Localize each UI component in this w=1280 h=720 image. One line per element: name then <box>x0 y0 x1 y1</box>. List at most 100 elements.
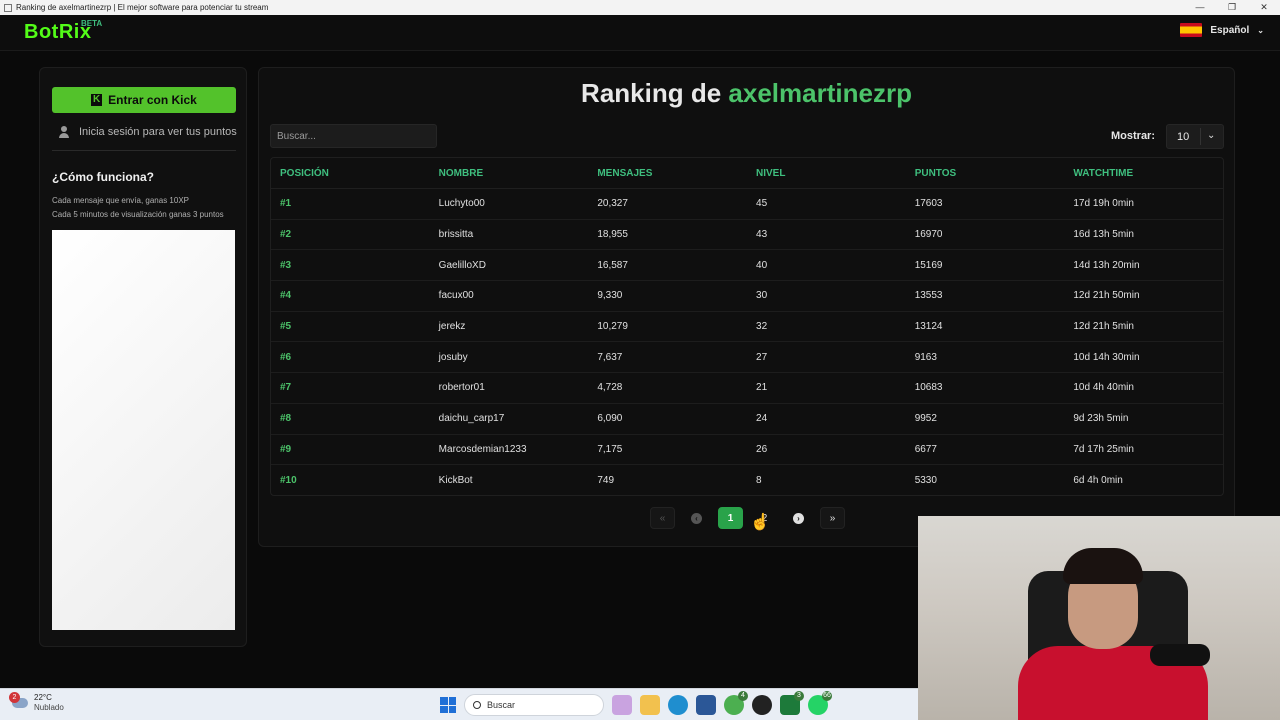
double-chevron-right-icon: » <box>829 512 836 524</box>
cell-name: jerekz <box>438 321 466 333</box>
column-header-level[interactable]: NIVEL <box>747 168 906 179</box>
search-icon <box>473 701 481 709</box>
cell-watchtime: 7d 17h 25min <box>1073 443 1134 455</box>
cell-level: 30 <box>756 290 768 302</box>
cell-level: 27 <box>756 351 768 363</box>
app-header: BotRix BETA Español ⌄ <box>0 15 1280 51</box>
login-hint-text: Inicia sesión para ver tus puntos <box>79 126 237 138</box>
cell-points: 10683 <box>914 382 943 394</box>
table-row[interactable]: #1 Luchyto00 20,327 45 17603 17d 19h 0min <box>271 189 1223 220</box>
table-row[interactable]: #4 facux00 9,330 30 13553 12d 21h 50min <box>271 281 1223 312</box>
minimize-button[interactable]: — <box>1184 0 1216 15</box>
cell-position: #9 <box>280 443 292 455</box>
page-size-select[interactable]: 10 ⌄ <box>1166 124 1224 149</box>
table-header: POSICIÓN NOMBRE MENSAJES NIVEL PUNTOS WA… <box>271 158 1223 189</box>
search-input[interactable] <box>270 124 437 148</box>
column-header-points[interactable]: PUNTOS <box>906 168 1065 179</box>
edge-icon[interactable] <box>668 695 688 715</box>
first-page-button[interactable]: « <box>650 507 675 529</box>
cell-position: #10 <box>280 475 297 487</box>
kick-login-button[interactable]: K Entrar con Kick <box>52 87 236 113</box>
column-header-position[interactable]: POSICIÓN <box>271 168 430 179</box>
cell-name: KickBot <box>438 475 473 487</box>
cell-messages: 6,090 <box>597 413 623 425</box>
obs-icon[interactable] <box>752 695 772 715</box>
language-selector[interactable]: Español ⌄ <box>1180 23 1264 37</box>
maximize-button[interactable]: ❐ <box>1216 0 1248 15</box>
table-row[interactable]: #5 jerekz 10,279 32 13124 12d 21h 5min <box>271 312 1223 343</box>
user-icon <box>58 126 70 138</box>
cell-level: 40 <box>756 259 768 271</box>
cell-watchtime: 12d 21h 50min <box>1073 290 1140 302</box>
chrome-icon[interactable]: 4 <box>724 691 748 715</box>
column-header-name[interactable]: NOMBRE <box>430 168 589 179</box>
show-label: Mostrar: <box>1111 130 1156 142</box>
cell-points: 13124 <box>914 321 943 333</box>
column-header-messages[interactable]: MENSAJES <box>588 168 747 179</box>
table-row[interactable]: #7 robertor01 4,728 21 10683 10d 4h 40min <box>271 373 1223 404</box>
kick-icon: K <box>91 94 103 106</box>
cell-points: 13553 <box>914 290 943 302</box>
table-body: #1 Luchyto00 20,327 45 17603 17d 19h 0min #2 br… <box>271 189 1223 495</box>
table-row[interactable]: #2 brissitta 18,955 43 16970 16d 13h 5min <box>271 220 1223 251</box>
page-size-value: 10 <box>1177 130 1190 143</box>
pagination: « ‹ 1 2 › » <box>650 507 845 529</box>
app-badge: 4 <box>738 691 748 701</box>
next-page-button[interactable]: › <box>786 507 811 529</box>
cell-level: 45 <box>756 198 768 210</box>
last-page-button[interactable]: » <box>820 507 845 529</box>
cell-messages: 749 <box>597 475 615 487</box>
excel-icon[interactable]: 3 <box>780 691 804 715</box>
table-row[interactable]: #9 Marcosdemian1233 7,175 26 6677 7d 17h 25mi… <box>271 435 1223 466</box>
weather-condition: Nublado <box>34 703 64 712</box>
prev-page-button[interactable]: ‹ <box>684 507 709 529</box>
whatsapp-icon[interactable]: 66 <box>808 691 832 715</box>
windows-start-icon[interactable] <box>440 697 456 713</box>
column-header-watchtime[interactable]: WATCHTIME <box>1064 168 1223 179</box>
how-it-works-line: Cada mensaje que envía, ganas 10XP <box>52 196 189 205</box>
close-button[interactable]: ✕ <box>1248 0 1280 15</box>
cell-messages: 18,955 <box>597 229 628 241</box>
cell-watchtime: 16d 13h 5min <box>1073 229 1134 241</box>
cell-name: Marcosdemian1233 <box>438 443 527 455</box>
cell-position: #8 <box>280 413 292 425</box>
cell-name: facux00 <box>438 290 474 302</box>
cell-messages: 10,279 <box>597 321 628 333</box>
store-icon[interactable] <box>696 695 716 715</box>
cell-position: #2 <box>280 229 292 241</box>
app-badge: 66 <box>822 691 832 701</box>
cell-watchtime: 10d 14h 30min <box>1073 351 1140 363</box>
window-title: Ranking de axelmartinezrp | El mejor sof… <box>16 3 269 12</box>
chevron-down-icon: ⌄ <box>1257 25 1264 35</box>
how-it-works-line: Cada 5 minutos de visualización ganas 3 … <box>52 210 224 219</box>
table-row[interactable]: #10 KickBot 749 8 5330 6d 4h 0min <box>271 465 1223 495</box>
copilot-icon[interactable] <box>612 695 632 715</box>
ranking-table: POSICIÓN NOMBRE MENSAJES NIVEL PUNTOS WA… <box>270 157 1224 496</box>
cell-position: #4 <box>280 290 292 302</box>
weather-temp: 22°C <box>34 693 52 702</box>
cell-points: 6677 <box>914 443 937 455</box>
channel-name: axelmartinezrp <box>728 78 912 108</box>
cell-level: 8 <box>756 475 762 487</box>
table-row[interactable]: #8 daichu_carp17 6,090 24 9952 9d 23h 5min <box>271 404 1223 435</box>
page-button-1[interactable]: 1 <box>718 507 743 529</box>
streamer-hair <box>1063 548 1143 584</box>
login-hint: Inicia sesión para ver tus puntos <box>58 126 237 138</box>
kick-login-label: Entrar con Kick <box>108 93 197 107</box>
taskbar-search[interactable]: Buscar <box>464 694 604 716</box>
table-row[interactable]: #3 GaelilloXD 16,587 40 15169 14d 13h 20min <box>271 250 1223 282</box>
language-label: Español <box>1210 24 1250 36</box>
table-row[interactable]: #6 josuby 7,637 27 9163 10d 14h 30min <box>271 342 1223 374</box>
cell-messages: 7,637 <box>597 351 623 363</box>
chevron-left-circle-icon: ‹ <box>691 512 702 524</box>
cell-level: 32 <box>756 321 768 333</box>
cell-points: 9163 <box>914 351 937 363</box>
cell-position: #7 <box>280 382 292 394</box>
cell-position: #5 <box>280 321 292 333</box>
how-it-works-title: ¿Cómo funciona? <box>52 170 154 184</box>
cell-position: #3 <box>280 259 292 271</box>
cell-name: Luchyto00 <box>438 198 485 210</box>
file-explorer-icon[interactable] <box>640 695 660 715</box>
weather-widget[interactable]: 2 22°C Nublado <box>9 692 64 713</box>
mouse-pointer-icon: ☝ <box>750 514 770 531</box>
